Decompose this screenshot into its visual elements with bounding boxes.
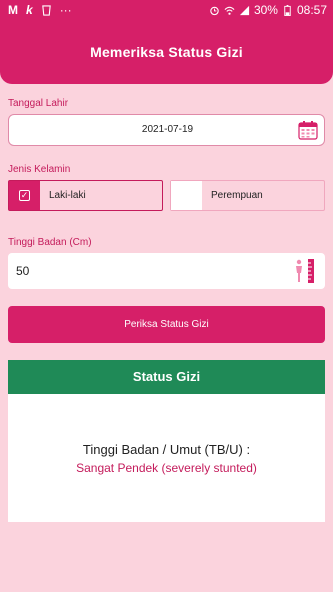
height-ruler-icon xyxy=(296,259,314,283)
wifi-icon xyxy=(224,6,235,15)
gender-option-female[interactable]: Perempuan xyxy=(170,180,325,211)
gender-label: Jenis Kelamin xyxy=(8,164,71,175)
k-app-icon: k xyxy=(26,3,33,17)
male-checkbox[interactable]: ✓ xyxy=(9,181,40,210)
cup-icon xyxy=(41,4,51,16)
clock: 08:57 xyxy=(296,3,327,17)
battery-icon xyxy=(284,4,291,16)
status-bar-right: 30% 08:57 xyxy=(209,3,327,17)
check-icon: ✓ xyxy=(19,190,30,201)
signal-icon xyxy=(239,5,250,15)
female-option-label: Perempuan xyxy=(211,190,263,201)
app-header: M k ··· 30% 08:57 Memeriksa Status Gizi xyxy=(0,0,333,84)
birth-date-label: Tanggal Lahir xyxy=(8,98,69,109)
height-label: Tinggi Badan (Cm) xyxy=(8,237,92,248)
height-value: 50 xyxy=(16,264,30,278)
calendar-icon[interactable] xyxy=(298,120,318,140)
gender-option-male[interactable]: ✓ Laki-laki xyxy=(8,180,163,211)
birth-date-value: 2021-07-19 xyxy=(141,124,194,135)
status-bar-left: M k ··· xyxy=(8,3,72,17)
male-option-label: Laki-laki xyxy=(49,190,86,201)
height-input[interactable]: 50 xyxy=(8,253,325,289)
status-card-body: Tinggi Badan / Umut (TB/U) : Sangat Pend… xyxy=(8,394,325,522)
result-value: Sangat Pendek (severely stunted) xyxy=(76,461,257,475)
status-bar: M k ··· 30% 08:57 xyxy=(0,0,333,22)
m-app-icon: M xyxy=(8,3,18,17)
alarm-icon xyxy=(210,6,219,15)
page-title: Memeriksa Status Gizi xyxy=(90,44,243,60)
more-dots-icon: ··· xyxy=(59,3,72,17)
battery-percent: 30% xyxy=(253,3,278,17)
check-status-button[interactable]: Periksa Status Gizi xyxy=(8,306,325,343)
status-card-title: Status Gizi xyxy=(8,360,325,394)
birth-date-field[interactable]: 2021-07-19 xyxy=(8,114,325,146)
result-label: Tinggi Badan / Umut (TB/U) : xyxy=(82,442,251,457)
female-checkbox[interactable] xyxy=(171,181,202,210)
